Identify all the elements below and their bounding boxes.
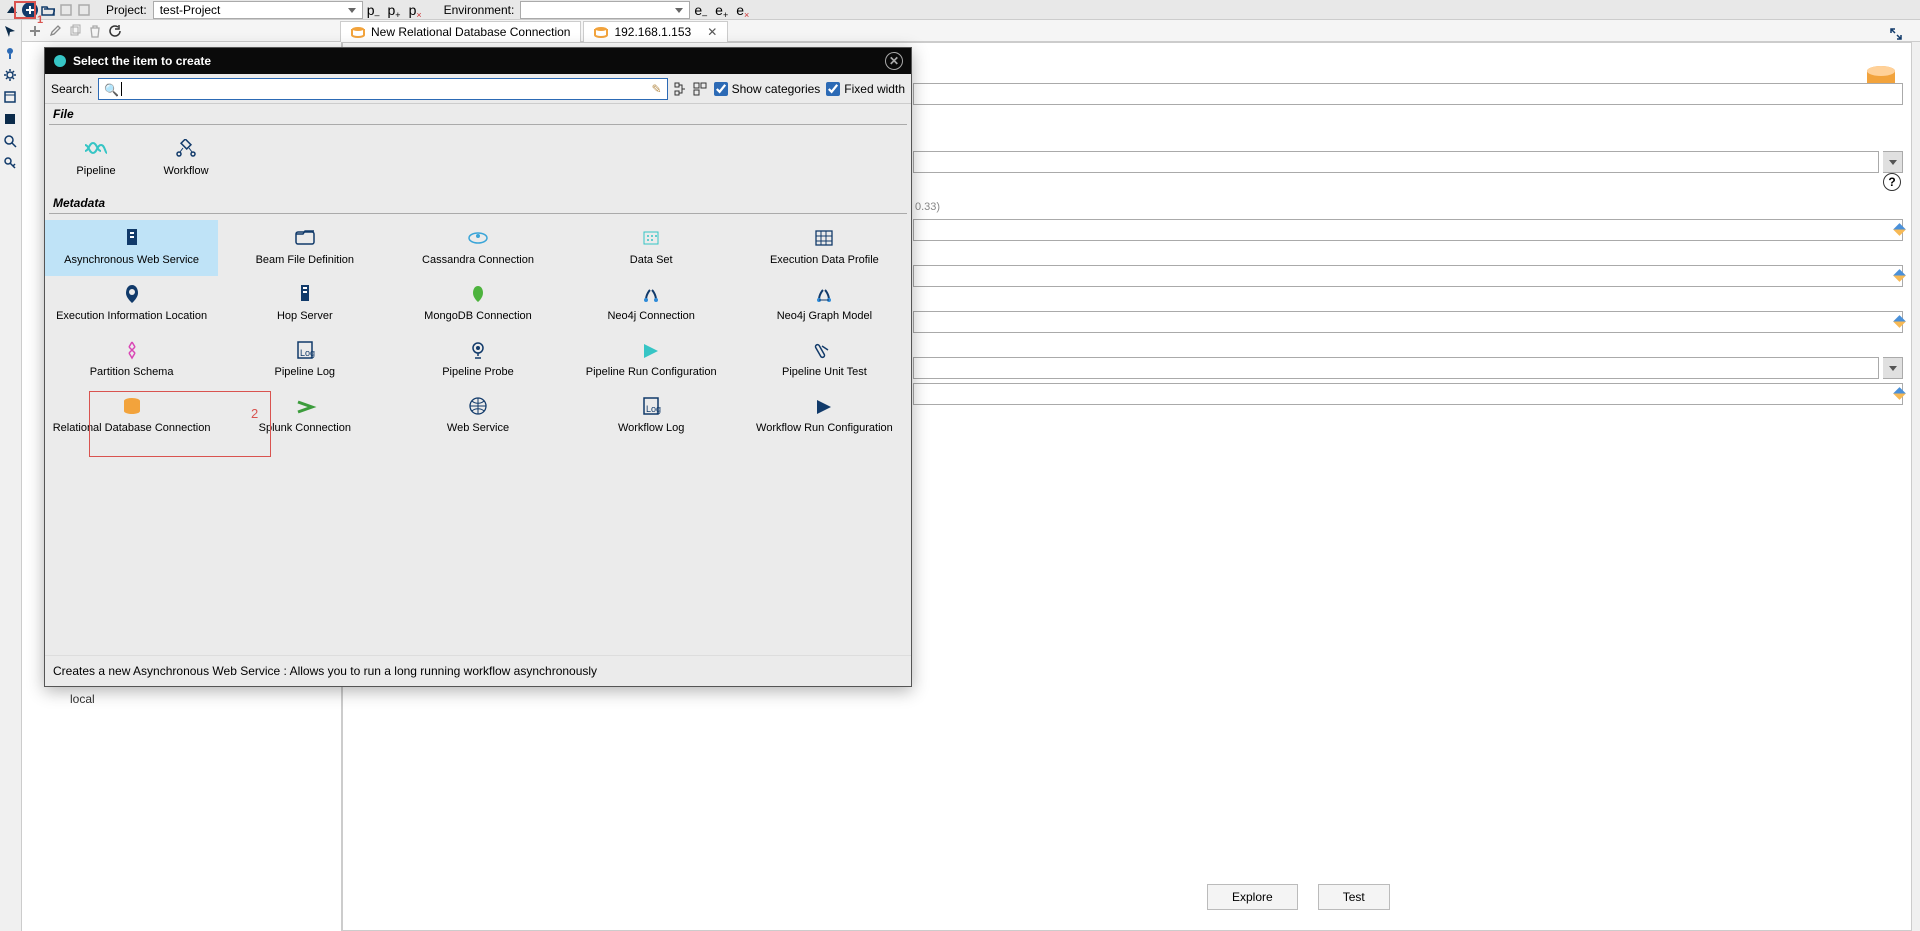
edit-icon[interactable]	[46, 22, 64, 40]
form-input-1[interactable]	[913, 83, 1903, 105]
item-partition-schema[interactable]: Partition Schema	[45, 332, 218, 388]
p-x[interactable]: p×	[409, 2, 422, 18]
annotation-num-2: 2	[251, 406, 258, 421]
save-icon[interactable]	[58, 2, 74, 18]
test-button[interactable]: Test	[1318, 884, 1390, 910]
e-x[interactable]: e×	[736, 2, 749, 18]
key-icon[interactable]	[3, 156, 19, 172]
e-short[interactable]: e‒	[694, 2, 707, 18]
env-dropdown[interactable]	[520, 1, 690, 19]
item-relational-database-connection[interactable]: Relational Database Connection	[45, 388, 218, 444]
svg-text:Log: Log	[300, 348, 315, 358]
section-metadata: Metadata	[49, 193, 907, 214]
item-workflow[interactable]: Workflow	[141, 131, 231, 187]
item-beam-file-definition[interactable]: Beam File Definition	[218, 220, 391, 276]
form-hint: 0.33)	[915, 201, 940, 213]
tab-new-conn-label: New Relational Database Connection	[371, 25, 570, 39]
project-label: Project:	[106, 3, 147, 17]
pin-icon[interactable]	[3, 46, 19, 62]
hop-logo-icon	[4, 2, 20, 18]
item-splunk-connection[interactable]: Splunk Connection	[218, 388, 391, 444]
db-icon	[351, 26, 365, 38]
delete-icon[interactable]	[86, 22, 104, 40]
show-categories-checkbox[interactable]: Show categories	[714, 82, 821, 96]
item-execution-information-location[interactable]: Execution Information Location	[45, 276, 218, 332]
item-execution-data-profile[interactable]: Execution Data Profile	[738, 220, 911, 276]
form-input-4[interactable]	[913, 311, 1903, 333]
mode-tree-icon[interactable]	[674, 81, 690, 97]
refresh-icon[interactable]	[106, 22, 124, 40]
copy-icon[interactable]	[66, 22, 84, 40]
form-input-5[interactable]	[913, 383, 1903, 405]
item-neo4j-graph-model[interactable]: Neo4j Graph Model	[738, 276, 911, 332]
close-tab-icon[interactable]: ✕	[707, 25, 717, 39]
gear-icon[interactable]	[3, 68, 19, 84]
hop-icon	[53, 54, 67, 68]
item-asynchronous-web-service[interactable]: Asynchronous Web Service	[45, 220, 218, 276]
item-neo4j-connection[interactable]: Neo4j Connection	[565, 276, 738, 332]
form-input-3[interactable]	[913, 265, 1903, 287]
tree-item-local[interactable]: local	[70, 692, 95, 706]
env-label: Environment:	[444, 3, 515, 17]
item-hop-server[interactable]: Hop Server	[218, 276, 391, 332]
grid-icon[interactable]	[3, 112, 19, 128]
maximize-icon[interactable]	[1889, 27, 1905, 43]
item-web-service[interactable]: Web Service	[391, 388, 564, 444]
dialog-title: Select the item to create	[73, 54, 211, 68]
item-data-set[interactable]: Data Set	[565, 220, 738, 276]
window-icon[interactable]	[3, 90, 19, 106]
select-btn-1[interactable]	[1883, 151, 1903, 173]
annotation-num-1: 1	[37, 14, 43, 26]
tab-new-connection[interactable]: New Relational Database Connection	[340, 21, 581, 42]
tab-ip-label: 192.168.1.153	[614, 25, 691, 39]
tab-ip[interactable]: 192.168.1.153 ✕	[583, 21, 728, 42]
item-pipeline[interactable]: Pipeline	[51, 131, 141, 187]
create-item-dialog: Select the item to create ✕ Search: 🔍 ✎ …	[44, 47, 912, 687]
clear-input-icon[interactable]: ✎	[652, 82, 662, 96]
help-icon[interactable]: ?	[1883, 173, 1901, 191]
editor-tabs: New Relational Database Connection 192.1…	[340, 22, 1910, 42]
db-icon	[594, 26, 608, 38]
form-input-2[interactable]	[913, 219, 1903, 241]
search-icon[interactable]	[3, 134, 19, 150]
pointer-icon[interactable]	[3, 24, 19, 40]
dialog-titlebar: Select the item to create ✕	[45, 48, 911, 74]
save-as-icon[interactable]	[76, 2, 92, 18]
file-items-grid: Pipeline Workflow	[45, 125, 911, 193]
p-short[interactable]: p‒	[367, 2, 380, 18]
form-select-2[interactable]	[913, 357, 1879, 379]
mode-grid-icon[interactable]	[692, 81, 708, 97]
item-mongodb-connection[interactable]: MongoDB Connection	[391, 276, 564, 332]
metadata-items-grid: Asynchronous Web ServiceBeam File Defini…	[45, 214, 911, 450]
item-cassandra-connection[interactable]: Cassandra Connection	[391, 220, 564, 276]
p-plus[interactable]: p+	[388, 2, 401, 18]
project-dropdown[interactable]: test-Project	[153, 1, 363, 19]
dialog-search-row: Search: 🔍 ✎ Show categories Fixed width	[45, 74, 911, 104]
new-icon[interactable]	[22, 2, 38, 18]
item-pipeline-probe[interactable]: Pipeline Probe	[391, 332, 564, 388]
item-workflow-run-configuration[interactable]: Workflow Run Configuration	[738, 388, 911, 444]
e-plus[interactable]: e+	[715, 2, 728, 18]
close-icon[interactable]: ✕	[885, 52, 903, 70]
item-workflow-log[interactable]: LogWorkflow Log	[565, 388, 738, 444]
search-magnifier-icon: 🔍	[104, 83, 119, 97]
left-tool-strip	[0, 20, 22, 931]
select-btn-2[interactable]	[1883, 357, 1903, 379]
item-pipeline-run-configuration[interactable]: Pipeline Run Configuration	[565, 332, 738, 388]
explore-button[interactable]: Explore	[1207, 884, 1298, 910]
project-value: test-Project	[160, 3, 221, 17]
item-pipeline-log[interactable]: LogPipeline Log	[218, 332, 391, 388]
search-label: Search:	[51, 82, 92, 96]
dialog-description: Creates a new Asynchronous Web Service :…	[45, 655, 911, 686]
fixed-width-checkbox[interactable]: Fixed width	[826, 82, 905, 96]
section-file: File	[49, 104, 907, 125]
form-select-1[interactable]	[913, 151, 1879, 173]
item-pipeline-unit-test[interactable]: Pipeline Unit Test	[738, 332, 911, 388]
top-toolbar: Project: test-Project p‒ p+ p× Environme…	[0, 0, 1920, 20]
svg-text:Log: Log	[646, 404, 661, 414]
search-input[interactable]: 🔍 ✎	[98, 78, 667, 100]
